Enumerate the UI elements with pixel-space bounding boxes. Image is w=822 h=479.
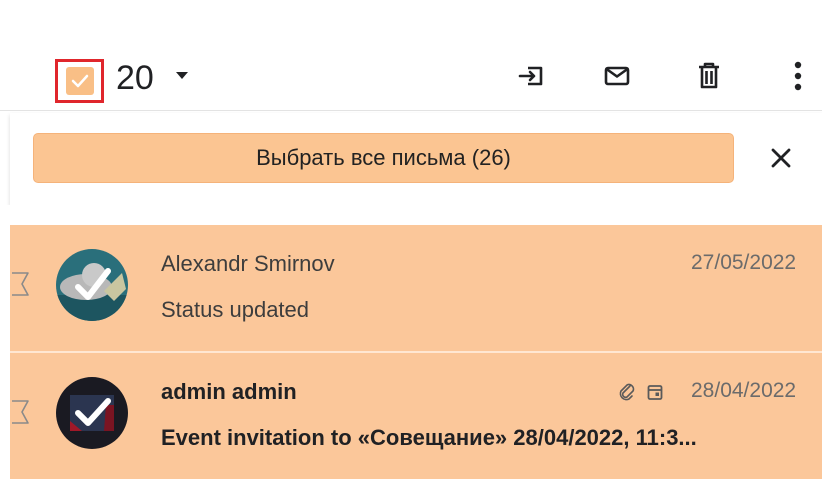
trash-icon[interactable]: [692, 59, 726, 93]
calendar-icon: [647, 385, 663, 400]
envelope-icon[interactable]: [600, 59, 634, 93]
message-indicators: [618, 381, 664, 403]
message-row[interactable]: Alexandr Smirnov Status updated 27/05/20…: [10, 225, 822, 351]
message-date: 28/04/2022: [691, 379, 797, 402]
select-checkbox[interactable]: [65, 67, 94, 95]
message-list: Alexandr Smirnov Status updated 27/05/20…: [10, 225, 822, 479]
attachment-icon: [619, 383, 635, 401]
more-vertical-icon[interactable]: [781, 59, 815, 93]
message-sender: Alexandr Smirnov: [161, 251, 335, 276]
avatar[interactable]: [56, 377, 128, 449]
checkmark-icon: [71, 74, 88, 88]
selected-count[interactable]: 20: [116, 58, 154, 98]
flag-icon[interactable]: [10, 270, 30, 300]
toolbar: 20: [0, 14, 822, 111]
message-subject: Status updated: [161, 297, 310, 322]
message-sender: admin admin: [161, 379, 297, 404]
message-row[interactable]: admin admin 28/04/2022 Event invitation …: [10, 353, 822, 479]
avatar[interactable]: [56, 249, 128, 321]
row-divider: [10, 351, 822, 353]
select-checkbox-highlight[interactable]: [55, 59, 104, 103]
close-icon[interactable]: [766, 143, 796, 173]
spacer: [0, 205, 822, 225]
move-icon[interactable]: [515, 59, 549, 93]
select-all-banner: Выбрать все письма (26): [10, 113, 822, 205]
select-all-button[interactable]: Выбрать все письма (26): [33, 133, 734, 183]
top-spacer: [0, 0, 822, 14]
chevron-down-icon[interactable]: [176, 72, 188, 79]
message-subject: Event invitation to «Совещание» 28/04/20…: [161, 425, 697, 450]
message-date: 27/05/2022: [691, 251, 797, 274]
flag-icon[interactable]: [10, 398, 30, 428]
